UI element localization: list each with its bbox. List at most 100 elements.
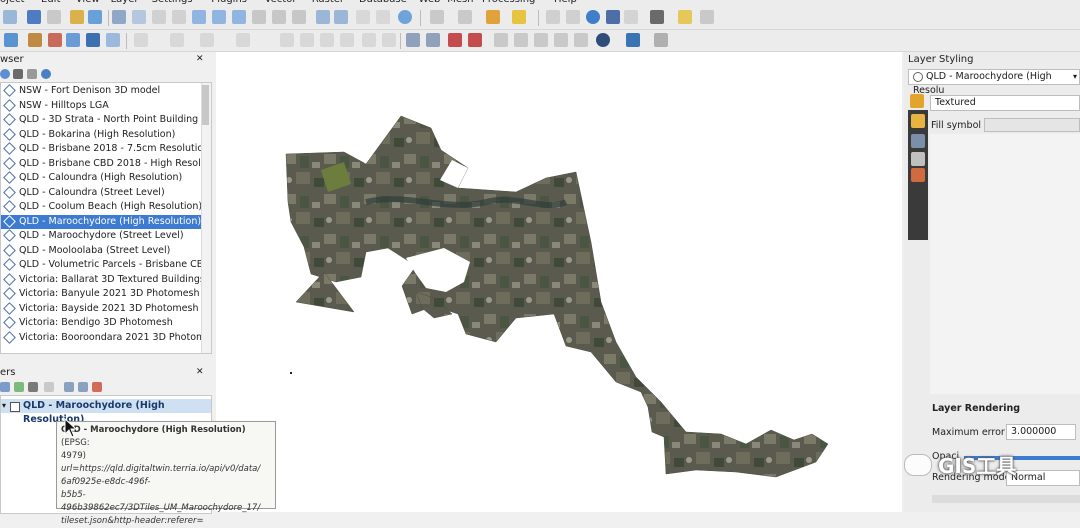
elevation-tab-icon[interactable] [911, 134, 925, 148]
undo-icon[interactable] [362, 33, 376, 47]
menu-item[interactable]: View [76, 0, 100, 5]
processing-toolbox-icon[interactable] [586, 10, 600, 24]
show-hide-labels-icon[interactable] [448, 33, 462, 47]
expand-all-icon[interactable] [64, 382, 74, 392]
browser-item[interactable]: Victoria: Bendigo 3D Photomesh [1, 316, 201, 330]
add-vector-icon[interactable] [28, 33, 42, 47]
digitize-icon[interactable] [200, 33, 214, 47]
browser-item[interactable]: QLD - Caloundra (Street Level) [1, 185, 201, 200]
zoom-last-icon[interactable] [272, 10, 286, 24]
browser-item[interactable]: Victoria: Bayside 2021 3D Photomesh [1, 301, 201, 316]
cut-features-icon[interactable] [300, 33, 314, 47]
save-project-icon[interactable] [27, 10, 41, 24]
browser-item[interactable]: Victoria: Ballarat 3D Textured Buildings [1, 272, 205, 287]
add-group-icon[interactable] [14, 382, 24, 392]
browser-item[interactable]: QLD - Maroochydore (Street Level) [1, 229, 201, 243]
menu-item[interactable]: Web [419, 0, 441, 5]
styling-scrollbar[interactable] [932, 495, 1080, 503]
fill-symbol-button[interactable] [984, 118, 1080, 132]
add-raster-icon[interactable] [66, 33, 80, 47]
zoom-full-icon[interactable] [192, 10, 206, 24]
map-canvas[interactable] [216, 52, 902, 512]
renderer-dropdown[interactable]: Textured [930, 95, 1080, 111]
menu-item[interactable]: Edit [41, 0, 60, 5]
menu-item[interactable]: Layer [111, 0, 139, 5]
rendering-tab-icon[interactable] [911, 152, 925, 166]
browser-item[interactable]: QLD - Caloundra (High Resolution) [1, 171, 201, 185]
browser-item[interactable]: QLD - Mooloolaba (Street Level) [1, 243, 201, 258]
attribute-table-icon[interactable] [546, 10, 560, 24]
filter-expression-icon[interactable] [44, 382, 54, 392]
browser-item[interactable]: QLD - Coolum Beach (High Resolution) [1, 200, 202, 214]
browser-scrollbar-thumb[interactable] [202, 85, 209, 125]
visibility-checkbox[interactable] [10, 402, 20, 412]
open-project-icon[interactable] [3, 10, 17, 24]
collapse-all-icon[interactable] [78, 382, 88, 392]
new-map-view-icon[interactable] [316, 10, 330, 24]
browser-item[interactable]: QLD - 3D Strata - North Point Building [1, 113, 201, 127]
redo-icon[interactable] [382, 33, 396, 47]
refresh-icon[interactable] [0, 69, 10, 79]
zoom-next-icon[interactable] [292, 10, 306, 24]
add-mesh-icon[interactable] [86, 33, 100, 47]
rotate-label-icon[interactable] [494, 33, 508, 47]
zoom-selection-icon[interactable] [232, 10, 246, 24]
select-by-value-icon[interactable] [486, 10, 500, 24]
3d-view-tab-icon[interactable] [911, 114, 925, 128]
collapse-icon[interactable] [27, 69, 37, 79]
info-icon[interactable] [41, 69, 51, 79]
label-tool-icon[interactable] [406, 33, 420, 47]
label-history-icon[interactable] [574, 33, 588, 47]
zoom-out-icon[interactable] [172, 10, 186, 24]
layer-row[interactable]: ▾ QLD - Maroochydore (High Resolution) [1, 399, 211, 425]
text-annotation-icon[interactable] [650, 10, 664, 24]
save-edits-icon[interactable] [170, 33, 184, 47]
pin-labels-icon[interactable] [426, 33, 440, 47]
browser-tree[interactable]: NSW - Fort Denison 3D model NSW - Hilltop… [0, 82, 212, 354]
symbology-tab-icon[interactable] [910, 94, 924, 108]
pan-to-selection-icon[interactable] [132, 10, 146, 24]
add-delimited-text-icon[interactable] [48, 33, 62, 47]
bookmark-icon[interactable] [356, 10, 370, 24]
expand-chevron-icon[interactable]: ▾ [2, 399, 6, 413]
deselect-icon[interactable] [512, 10, 526, 24]
statistics-icon[interactable] [606, 10, 620, 24]
field-calculator-icon[interactable] [566, 10, 580, 24]
close-icon[interactable]: ✕ [196, 367, 204, 377]
browser-item[interactable]: QLD - Maroochydore (High Resolution) [1, 214, 201, 229]
zoom-layer-icon[interactable] [212, 10, 226, 24]
show-bookmarks-icon[interactable] [376, 10, 390, 24]
browser-item[interactable]: Victoria: Booroondara 2021 3D Photomesh [1, 330, 211, 345]
copy-features-icon[interactable] [320, 33, 334, 47]
delete-selected-icon[interactable] [280, 33, 294, 47]
print-layout-icon[interactable] [88, 10, 102, 24]
diagram-icon[interactable] [534, 33, 548, 47]
zoom-in-icon[interactable] [152, 10, 166, 24]
browser-item[interactable]: QLD - Brisbane 2018 - 7.5cm Resolution [1, 142, 209, 156]
browser-item[interactable]: QLD - Volumetric Parcels - Brisbane CBD [1, 258, 211, 272]
browser-item[interactable]: Victoria: Banyule 2021 3D Photomesh [1, 287, 201, 301]
history-tab-icon[interactable] [911, 168, 925, 182]
menu-item[interactable]: Settings [152, 0, 193, 5]
menu-item[interactable]: Mesh [447, 0, 473, 5]
map-tips-icon[interactable] [678, 10, 692, 24]
vertex-tool-icon[interactable] [236, 33, 250, 47]
pan-icon[interactable] [112, 10, 126, 24]
move-label-icon[interactable] [468, 33, 482, 47]
select-features-icon[interactable] [458, 10, 472, 24]
change-label-icon[interactable] [514, 33, 528, 47]
new-3d-view-icon[interactable] [334, 10, 348, 24]
locator-icon[interactable] [700, 10, 714, 24]
identify-icon[interactable] [430, 10, 444, 24]
layer-select-dropdown[interactable]: QLD - Maroochydore (High Resolu ▾ [908, 69, 1080, 96]
edit-pencil-icon[interactable] [134, 33, 148, 47]
globe-icon[interactable] [596, 33, 610, 47]
filter-legend-icon[interactable] [28, 382, 38, 392]
refresh-icon[interactable] [398, 10, 412, 24]
menu-item[interactable]: Vector [265, 0, 297, 5]
menu-item[interactable]: oject [0, 0, 24, 5]
remove-layer-icon[interactable] [92, 382, 102, 392]
label-props-icon[interactable] [554, 33, 568, 47]
panel-toggle-icon[interactable] [654, 33, 668, 47]
menu-item[interactable]: Processing [482, 0, 535, 5]
